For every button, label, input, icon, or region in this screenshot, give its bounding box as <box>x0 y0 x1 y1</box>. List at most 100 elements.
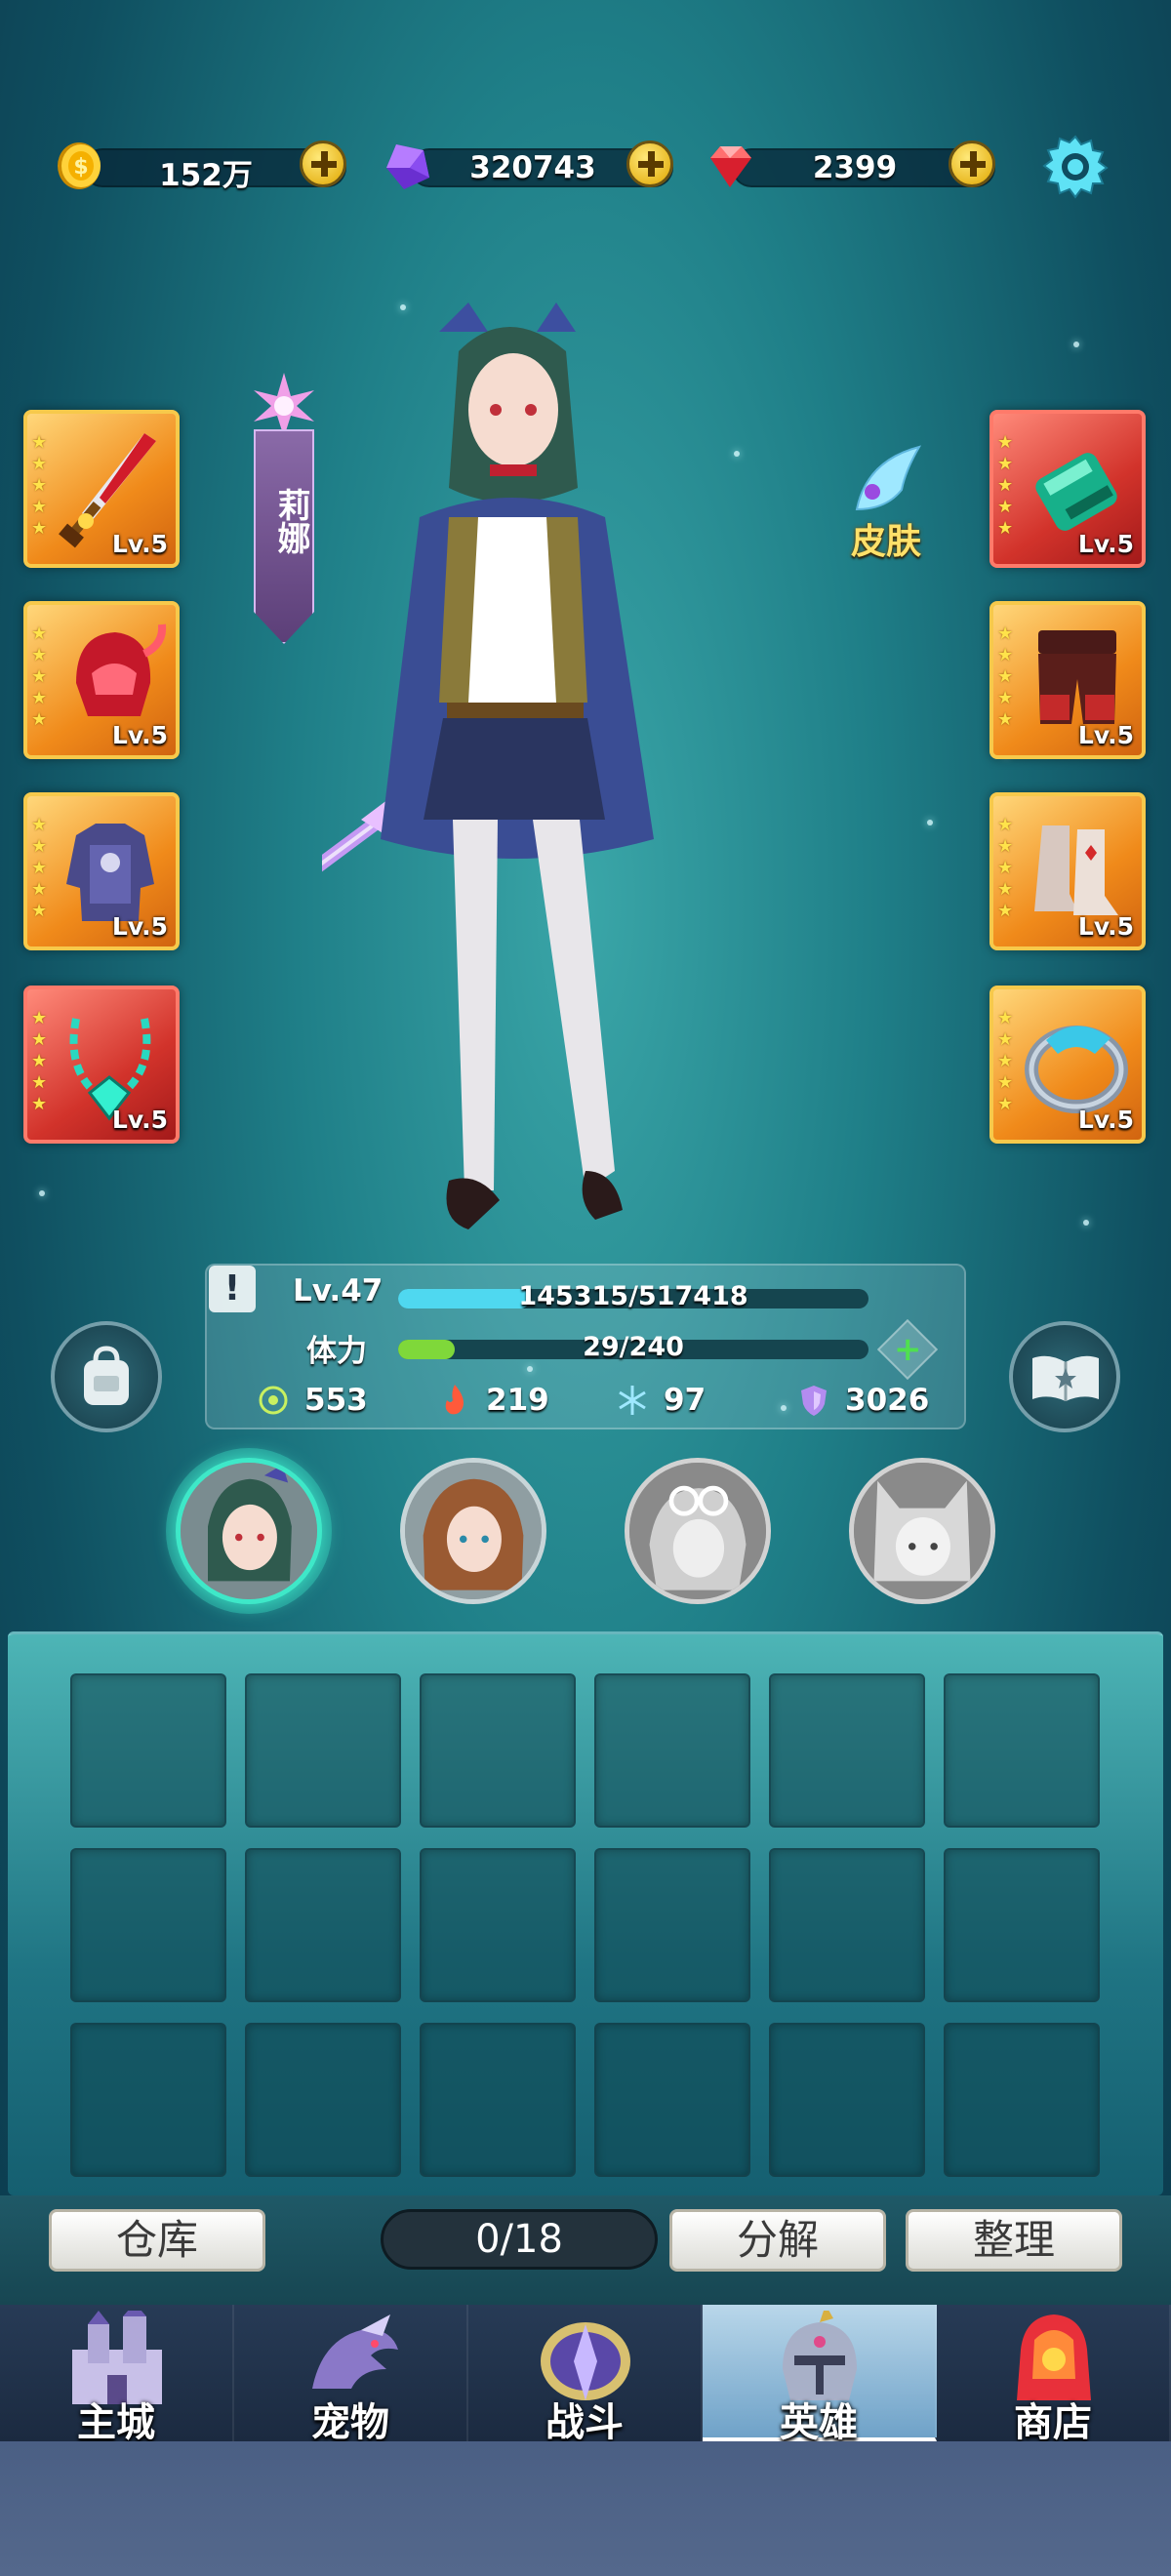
hero-avatar-3[interactable] <box>625 1458 771 1604</box>
stamina-value: 29/240 <box>583 1332 684 1362</box>
hero-portrait <box>405 1463 542 1599</box>
purple-crystal-icon <box>386 144 429 189</box>
inventory-slot[interactable] <box>594 1673 750 1828</box>
element-star-icon <box>254 373 314 437</box>
equip-slot-pants[interactable]: ★ ★ ★ ★ ★ Lv.5 <box>989 601 1146 759</box>
inventory-slot[interactable] <box>769 2023 925 2177</box>
inventory-slot[interactable] <box>70 1673 226 1828</box>
stamina-label: 体力 <box>306 1334 367 1369</box>
stamina-bar: 29/240 <box>398 1332 868 1362</box>
equip-level: Lv.5 <box>111 721 168 749</box>
snowflake-icon <box>619 1386 646 1415</box>
equip-slot-weapon[interactable]: ★ ★ ★ ★ ★ Lv.5 <box>23 410 180 568</box>
bottom-navigation: 主城 宠物 战斗 英雄 商店 <box>0 2305 1171 2445</box>
svg-text:$: $ <box>73 155 88 180</box>
hero-avatar-1[interactable] <box>176 1458 322 1604</box>
backpack-button[interactable] <box>51 1321 162 1432</box>
currency-bar: $ 152万 320743 2399 <box>54 135 1117 197</box>
nav-hero[interactable]: 英雄 <box>703 2305 937 2445</box>
gold-amount: 152万 <box>159 158 253 193</box>
nav-label: 英雄 <box>780 2400 858 2445</box>
nav-battle[interactable]: 战斗 <box>468 2305 703 2445</box>
settings-gear-icon[interactable] <box>1040 131 1110 201</box>
gold-counter: $ 152万 <box>54 135 346 197</box>
add-gold-button[interactable] <box>300 141 346 187</box>
inventory-slot[interactable] <box>70 2023 226 2177</box>
handbook-button[interactable] <box>1009 1321 1120 1432</box>
equip-slot-bracer[interactable]: ★ ★ ★ ★ ★ Lv.5 <box>989 410 1146 568</box>
warehouse-button[interactable]: 仓库 <box>49 2209 265 2272</box>
equip-level: Lv.5 <box>1077 721 1134 749</box>
fire-value: 219 <box>486 1383 549 1418</box>
add-gem-button[interactable] <box>949 141 995 187</box>
exp-value: 145315/517418 <box>518 1281 748 1311</box>
nav-main-city[interactable]: 主城 <box>0 2305 234 2445</box>
inventory-count: 0/18 <box>381 2209 658 2270</box>
hero-avatar-2[interactable] <box>400 1458 546 1604</box>
gem-amount: 2399 <box>812 150 898 185</box>
skin-button[interactable]: 皮肤 <box>837 441 935 562</box>
hero-stats-panel: ! Lv.47 145315/517418 体力 29/240 + 553 21… <box>205 1264 966 1429</box>
gem-counter: 2399 <box>703 135 995 197</box>
hero-name-banner: 莉娜 <box>250 371 318 664</box>
inventory-slot[interactable] <box>245 1673 401 1828</box>
inventory-slot[interactable] <box>420 1848 576 2002</box>
red-gem-icon <box>710 146 751 187</box>
fire-icon <box>445 1385 464 1415</box>
shield-icon <box>801 1386 827 1416</box>
hero-name: 莉娜 <box>271 488 310 554</box>
inventory-slot[interactable] <box>944 2023 1100 2177</box>
hero-level: Lv.47 <box>293 1273 384 1308</box>
add-crystal-button[interactable] <box>626 141 673 187</box>
inventory-slot[interactable] <box>70 1848 226 2002</box>
sort-button[interactable]: 整理 <box>906 2209 1122 2272</box>
equip-slot-helmet[interactable]: ★ ★ ★ ★ ★ Lv.5 <box>23 601 180 759</box>
inventory-slot[interactable] <box>245 2023 401 2177</box>
inventory-slot[interactable] <box>594 2023 750 2177</box>
footer-decoration <box>0 2441 1171 2576</box>
decompose-button[interactable]: 分解 <box>669 2209 886 2272</box>
equip-level: Lv.5 <box>111 530 168 558</box>
crystal-amount: 320743 <box>469 150 596 185</box>
exp-bar: 145315/517418 <box>398 1281 868 1311</box>
equip-level: Lv.5 <box>1077 530 1134 558</box>
info-alert-icon[interactable]: ! <box>209 1266 256 1312</box>
equip-slot-ring[interactable]: ★ ★ ★ ★ ★ Lv.5 <box>989 986 1146 1144</box>
nav-label: 商店 <box>1014 2400 1092 2445</box>
skin-label: 皮肤 <box>850 522 921 562</box>
equip-level: Lv.5 <box>1077 1106 1134 1134</box>
inventory-panel <box>8 1631 1163 2195</box>
add-stamina-button[interactable]: + <box>876 1318 939 1381</box>
open-book-icon <box>1032 1355 1099 1401</box>
inventory-slot[interactable] <box>769 1673 925 1828</box>
ice-value: 97 <box>664 1383 707 1418</box>
hero-portrait <box>854 1463 990 1599</box>
equip-level: Lv.5 <box>111 1106 168 1134</box>
nav-label: 战斗 <box>545 2400 624 2445</box>
gold-coin-icon: $ <box>58 142 101 189</box>
skin-wing-icon <box>855 445 922 511</box>
inventory-slot[interactable] <box>420 1673 576 1828</box>
nav-label: 宠物 <box>311 2400 389 2445</box>
inventory-slot[interactable] <box>944 1848 1100 2002</box>
inventory-slot[interactable] <box>420 2023 576 2177</box>
hero-avatar-4[interactable] <box>849 1458 995 1604</box>
equip-level: Lv.5 <box>1077 912 1134 941</box>
nav-label: 主城 <box>77 2400 155 2445</box>
inventory-slot[interactable] <box>594 1848 750 2002</box>
nav-pet[interactable]: 宠物 <box>234 2305 468 2445</box>
crystal-counter: 320743 <box>381 135 673 197</box>
defense-value: 3026 <box>845 1383 930 1418</box>
nav-shop[interactable]: 商店 <box>937 2305 1171 2445</box>
inventory-slot[interactable] <box>944 1673 1100 1828</box>
equip-slot-boots[interactable]: ★ ★ ★ ★ ★ Lv.5 <box>989 792 1146 950</box>
equip-level: Lv.5 <box>111 912 168 941</box>
equip-slot-necklace[interactable]: ★ ★ ★ ★ ★ Lv.5 <box>23 986 180 1144</box>
attack-target-icon <box>259 1386 288 1415</box>
hero-character-illustration <box>322 302 654 1229</box>
hero-portrait <box>181 1463 317 1599</box>
attack-value: 553 <box>304 1383 368 1418</box>
inventory-slot[interactable] <box>245 1848 401 2002</box>
equip-slot-armor[interactable]: ★ ★ ★ ★ ★ Lv.5 <box>23 792 180 950</box>
inventory-slot[interactable] <box>769 1848 925 2002</box>
